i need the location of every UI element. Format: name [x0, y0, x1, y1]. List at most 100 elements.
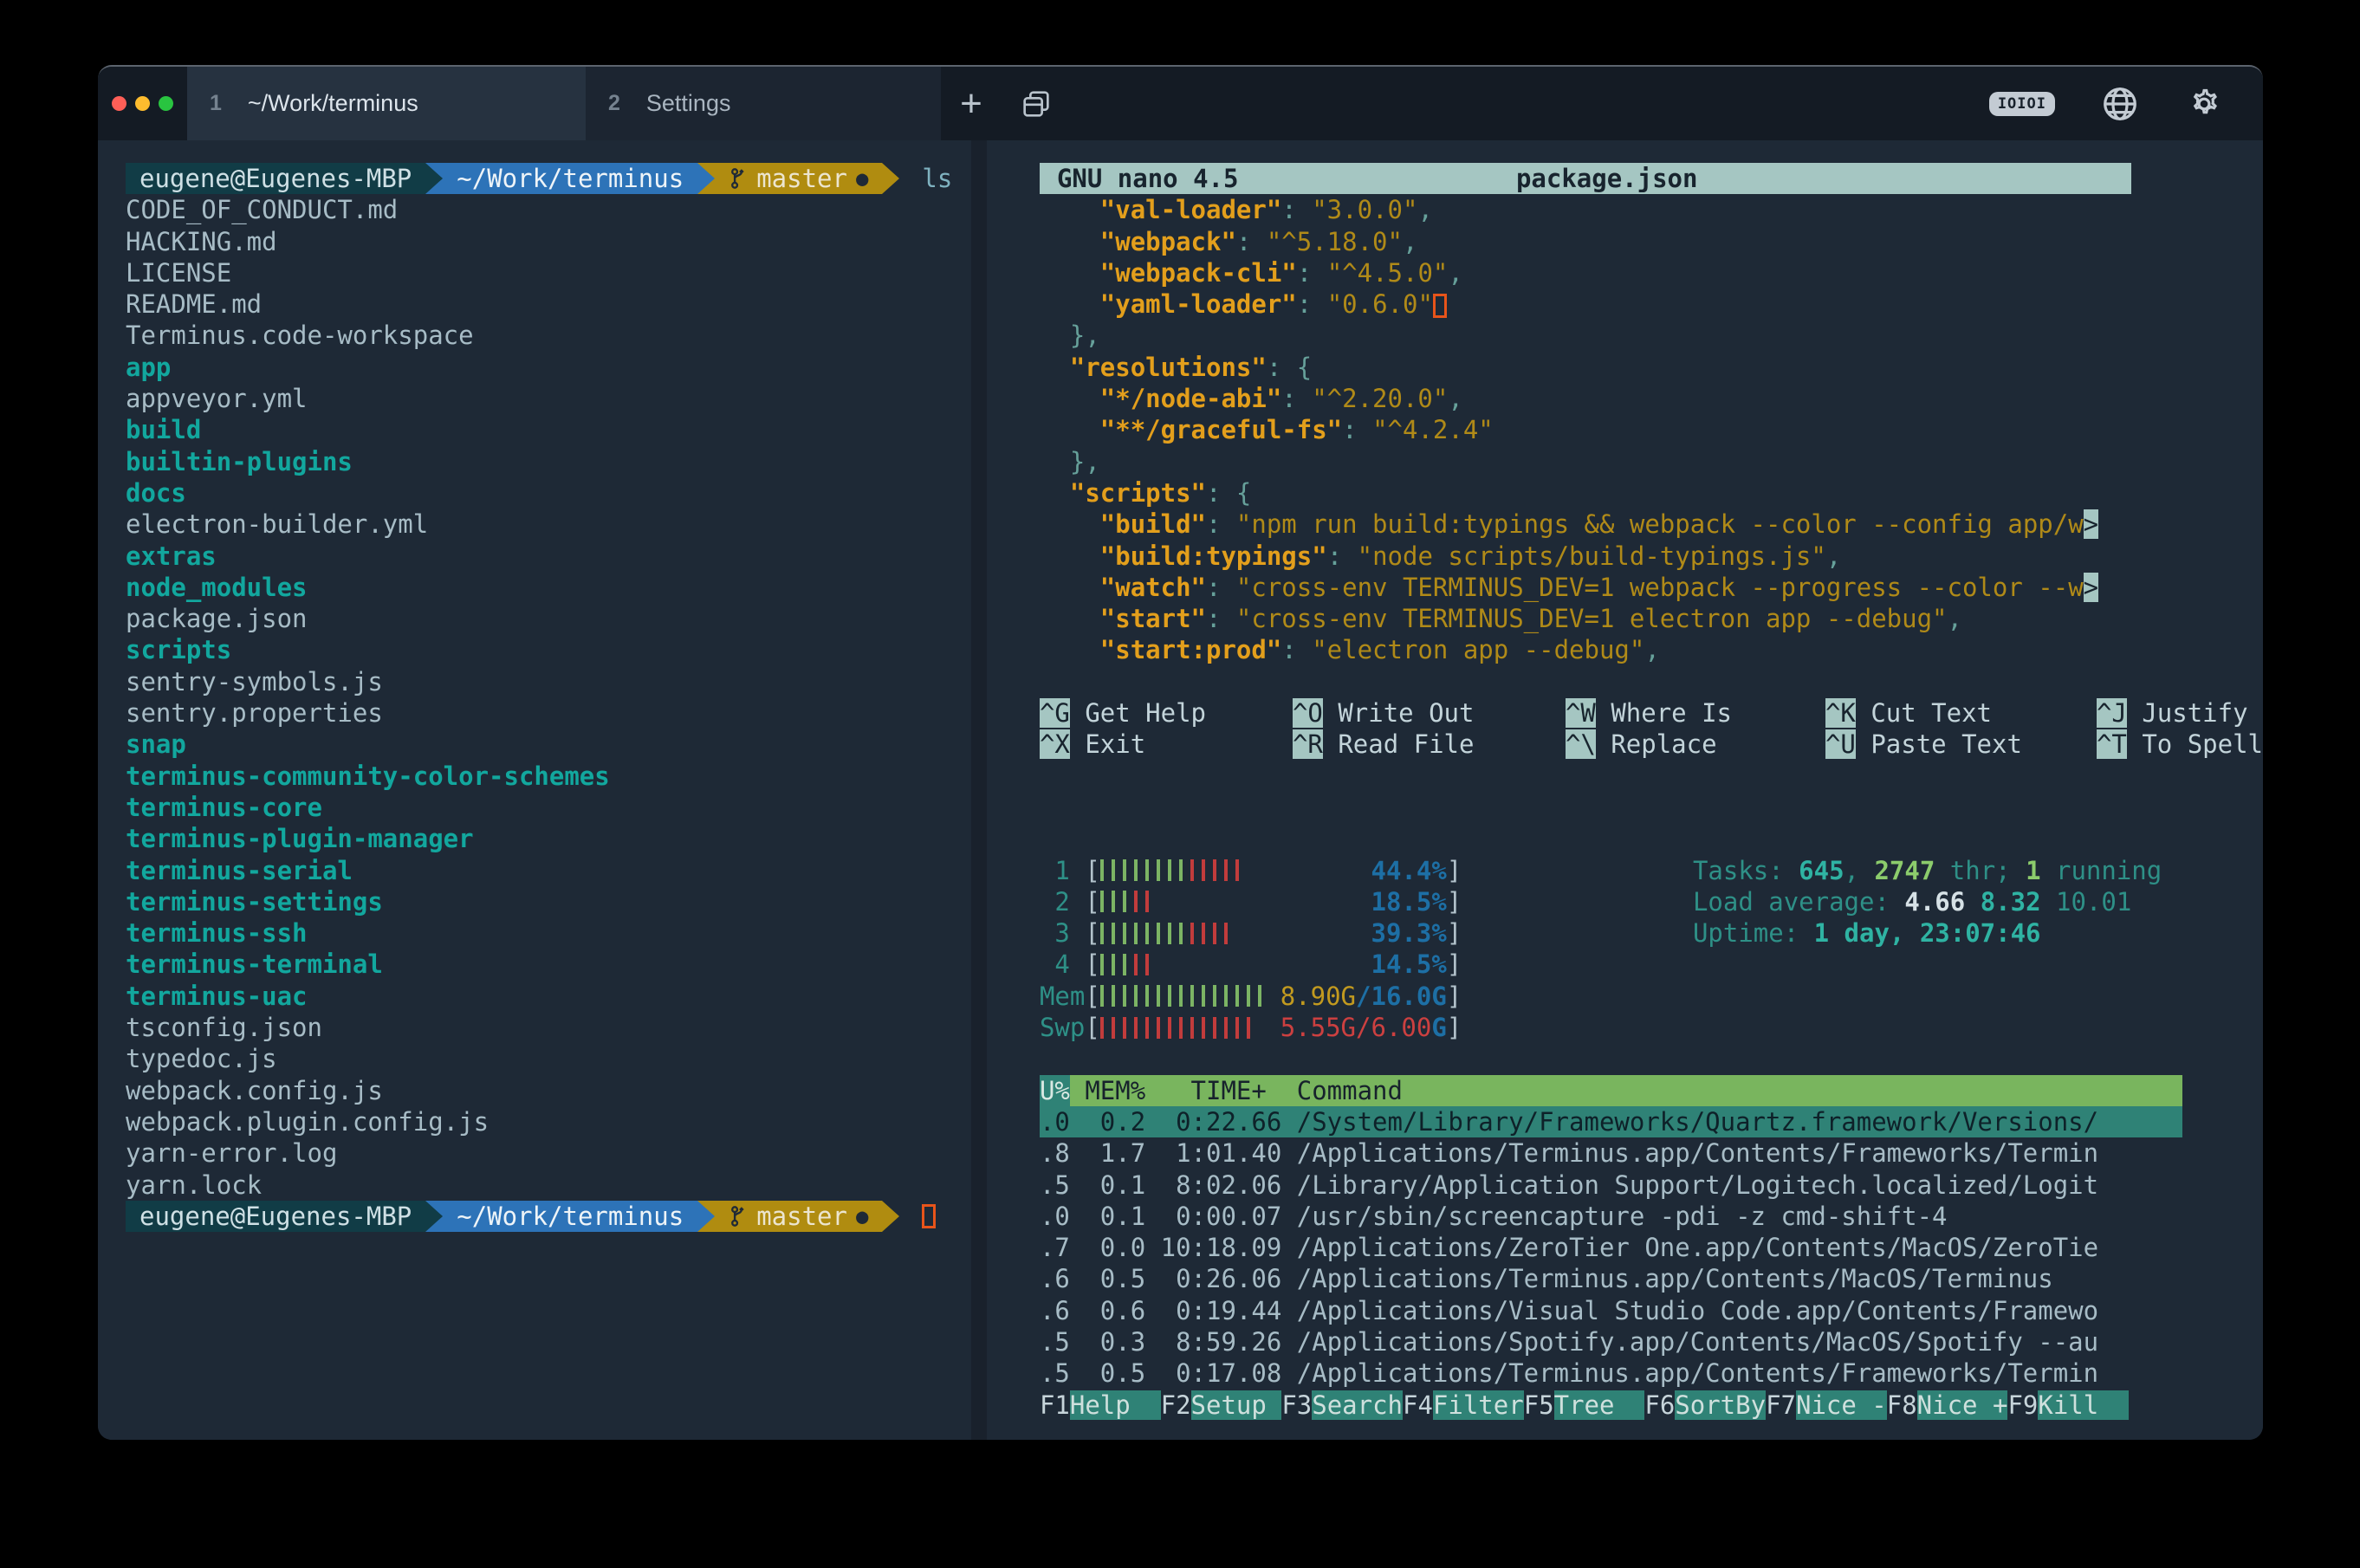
- process-row-selected[interactable]: .0 0.2 0:22.66 /System/Library/Framework…: [1040, 1106, 2182, 1137]
- prompt-git-segment: master ●: [715, 1201, 882, 1232]
- git-branch-name: master: [756, 1201, 847, 1232]
- tab-work-terminus[interactable]: 1 ~/Work/terminus: [187, 67, 586, 140]
- pane-split-handle[interactable]: [971, 140, 987, 1440]
- typed-command: ls: [922, 164, 952, 193]
- nano-editor-content[interactable]: "val-loader": "3.0.0", "webpack": "^5.18…: [1040, 194, 2263, 665]
- code-segment: :: [1206, 573, 1236, 602]
- code-segment: [1040, 509, 1100, 539]
- process-row[interactable]: .6 0.5 0:26.06 /Applications/Terminus.ap…: [1040, 1263, 2182, 1294]
- sort-column-header[interactable]: U%: [1040, 1075, 1070, 1106]
- code-segment: "watch": [1100, 573, 1206, 602]
- file-entry: electron-builder.yml: [126, 509, 971, 540]
- dir-entry: terminus-settings: [126, 886, 971, 917]
- file-entry: typedoc.js: [126, 1043, 971, 1074]
- nano-shortcut-row: ^G Get Help^O Write Out^W Where Is^K Cut…: [1040, 697, 2263, 729]
- nano-shortcut-cut-text[interactable]: ^K Cut Text: [1825, 697, 2097, 729]
- process-row[interactable]: .5 0.1 8:02.06 /Library/Application Supp…: [1040, 1170, 2182, 1201]
- code-segment: :: [1206, 509, 1236, 539]
- code-segment: "npm run build:typings && webpack --colo…: [1236, 509, 2084, 539]
- code-segment: "electron app --debug": [1312, 635, 1644, 664]
- nano-line: "*/node-abi": "^2.20.0",: [1040, 383, 2263, 414]
- file-entry: Terminus.code-workspace: [126, 320, 971, 351]
- new-tab-button[interactable]: +: [941, 67, 1002, 140]
- process-row[interactable]: .0 0.1 0:00.07 /usr/sbin/screencapture -…: [1040, 1201, 2182, 1232]
- code-segment: [1040, 478, 1070, 508]
- git-dirty-dot: ●: [856, 163, 868, 194]
- duplicate-tab-icon[interactable]: [1002, 67, 1071, 140]
- dir-entry: terminus-uac: [126, 981, 971, 1012]
- file-entry: README.md: [126, 288, 971, 320]
- nano-shortcut-to-spell[interactable]: ^T To Spell: [2097, 729, 2263, 760]
- right-terminal-pane[interactable]: GNU nano 4.5 package.json "val-loader": …: [987, 140, 2263, 1440]
- code-segment: [1040, 227, 1100, 256]
- process-row[interactable]: .8 1.7 1:01.40 /Applications/Terminus.ap…: [1040, 1137, 2182, 1169]
- fkey-f6[interactable]: F6SortBy: [1644, 1390, 1766, 1421]
- process-row[interactable]: .5 0.5 0:17.08 /Applications/Terminus.ap…: [1040, 1357, 2182, 1389]
- process-row[interactable]: .5 0.3 8:59.26 /Applications/Spotify.app…: [1040, 1326, 2182, 1357]
- fkey-f9[interactable]: F9Kill: [2007, 1390, 2129, 1421]
- code-segment: :: [1327, 541, 1358, 571]
- code-segment: :: [1206, 604, 1236, 633]
- file-entry: LICENSE: [126, 257, 971, 288]
- prompt-user-segment: eugene@Eugenes-MBP: [126, 1201, 425, 1232]
- nano-shortcut-get-help[interactable]: ^G Get Help: [1040, 697, 1293, 729]
- tab-settings[interactable]: 2 Settings: [586, 67, 941, 140]
- nano-shortcut-paste-text[interactable]: ^U Paste Text: [1825, 729, 2097, 760]
- code-segment: [1040, 195, 1100, 224]
- maximize-window-button[interactable]: [159, 96, 173, 111]
- fkey-f7[interactable]: F7Nice -: [1766, 1390, 1887, 1421]
- code-segment: [1040, 289, 1100, 319]
- process-row[interactable]: .6 0.6 0:19.44 /Applications/Visual Stud…: [1040, 1295, 2182, 1326]
- code-segment: ,: [1948, 604, 1962, 633]
- fkey-f2[interactable]: F2Setup: [1161, 1390, 1282, 1421]
- process-table-header[interactable]: U% MEM% TIME+ Command: [1040, 1075, 2182, 1106]
- nano-title-bar: GNU nano 4.5 package.json: [1040, 163, 2131, 194]
- nano-line: "build:typings": "node scripts/build-typ…: [1040, 541, 2263, 572]
- dir-entry: build: [126, 414, 971, 445]
- code-segment: "0.6.0": [1327, 289, 1433, 319]
- web-globe-icon[interactable]: [2100, 84, 2140, 124]
- code-segment: },: [1040, 321, 1100, 350]
- fkey-f5[interactable]: F5Tree: [1524, 1390, 1645, 1421]
- code-segment: ,: [1644, 635, 1659, 664]
- code-segment: :: [1297, 258, 1327, 288]
- powerline-separator: [882, 163, 899, 194]
- left-terminal-pane[interactable]: eugene@Eugenes-MBP ~/Work/terminus maste…: [98, 140, 971, 1440]
- minimize-window-button[interactable]: [135, 96, 150, 111]
- git-branch-icon: [729, 1205, 748, 1228]
- line-continues-marker: >: [2084, 573, 2098, 602]
- code-segment: [1040, 573, 1100, 602]
- process-table[interactable]: .0 0.2 0:22.66 /System/Library/Framework…: [1040, 1106, 2263, 1390]
- nano-line: "build": "npm run build:typings && webpa…: [1040, 509, 2263, 540]
- dir-entry: snap: [126, 729, 971, 760]
- dir-entry: app: [126, 352, 971, 383]
- tab-title: Settings: [646, 90, 731, 117]
- fkey-f4[interactable]: F4Filter: [1403, 1390, 1524, 1421]
- nano-shortcut-write-out[interactable]: ^O Write Out: [1293, 697, 1566, 729]
- settings-gear-icon[interactable]: [2185, 85, 2223, 123]
- serial-ports-icon[interactable]: IOIOI: [1989, 92, 2055, 116]
- fkey-f3[interactable]: F3Search: [1281, 1390, 1403, 1421]
- meter-row: Mem[8.90G/16.0G]: [1040, 981, 2263, 1012]
- file-entry: yarn.lock: [126, 1170, 971, 1201]
- nano-shortcut-replace[interactable]: ^\ Replace: [1566, 729, 1825, 760]
- process-row[interactable]: .7 0.0 10:18.09 /Applications/ZeroTier O…: [1040, 1232, 2182, 1263]
- powerline-separator: [425, 1201, 443, 1232]
- nano-line: "webpack-cli": "^4.5.0",: [1040, 257, 2263, 288]
- close-window-button[interactable]: [112, 96, 126, 111]
- nano-shortcut-where-is[interactable]: ^W Where Is: [1566, 697, 1825, 729]
- fkey-f1[interactable]: F1Help: [1040, 1390, 1161, 1421]
- nano-shortcut-justify[interactable]: ^J Justify: [2097, 697, 2248, 729]
- prompt-line: eugene@Eugenes-MBP ~/Work/terminus maste…: [126, 163, 971, 194]
- blank-line: [1040, 823, 2263, 854]
- code-segment: [1040, 635, 1100, 664]
- prompt-cwd-segment: ~/Work/terminus: [443, 163, 697, 194]
- nano-shortcut-exit[interactable]: ^X Exit: [1040, 729, 1293, 760]
- nano-shortcut-read-file[interactable]: ^R Read File: [1293, 729, 1566, 760]
- dir-entry: terminus-ssh: [126, 917, 971, 949]
- fkey-f8[interactable]: F8Nice +: [1887, 1390, 2008, 1421]
- dir-entry: builtin-plugins: [126, 446, 971, 477]
- code-segment: :: [1281, 384, 1312, 413]
- code-segment: [1040, 604, 1100, 633]
- dir-entry: terminus-terminal: [126, 949, 971, 980]
